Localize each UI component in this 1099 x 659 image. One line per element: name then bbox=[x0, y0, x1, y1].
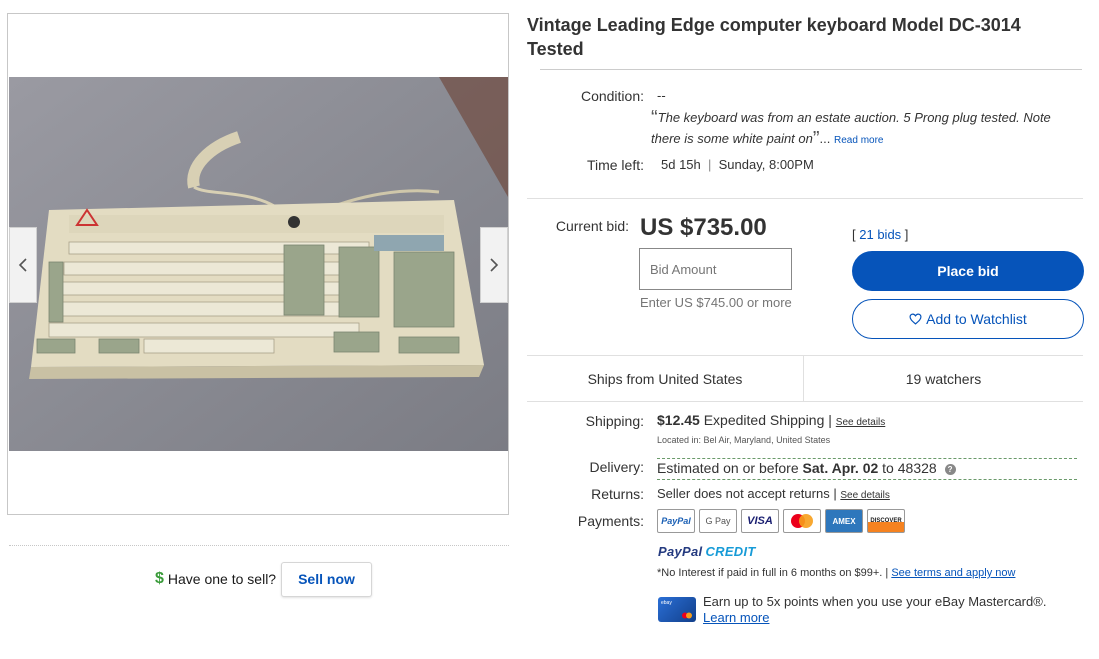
mastercard-mini-logo bbox=[682, 612, 692, 619]
item-description: “The keyboard was from an estate auction… bbox=[651, 107, 1071, 151]
paypal-credit-word: PayPal bbox=[658, 544, 703, 559]
time-left-value: 5d 15h | Sunday, 8:00PM bbox=[661, 157, 814, 172]
paypal-icon: PayPal bbox=[657, 509, 695, 533]
delivery-date: Sat. Apr. 02 bbox=[802, 460, 879, 476]
mastercard-logo bbox=[791, 514, 813, 528]
divider bbox=[527, 198, 1083, 199]
next-image-button[interactable] bbox=[480, 227, 508, 303]
mastercard-icon bbox=[783, 509, 821, 533]
listing-title: Vintage Leading Edge computer keyboard M… bbox=[527, 15, 1021, 59]
shipping-info: $12.45 Expedited Shipping | See details bbox=[657, 412, 885, 428]
separator: | bbox=[833, 486, 837, 501]
bid-hint: Enter US $745.00 or more bbox=[640, 295, 792, 310]
shipping-label: Shipping: bbox=[585, 413, 644, 429]
amex-icon: AMEX bbox=[825, 509, 863, 533]
close-quote-icon: ” bbox=[812, 128, 820, 150]
bids-link[interactable]: 21 bids bbox=[859, 227, 901, 242]
returns-value: Seller does not accept returns bbox=[657, 486, 830, 501]
visa-icon: VISA bbox=[741, 509, 779, 533]
returns-details-link[interactable]: See details bbox=[840, 490, 889, 501]
previous-image-button[interactable] bbox=[9, 227, 37, 303]
delivery-prefix: Estimated on or before bbox=[657, 460, 799, 476]
mastercard-promo: Earn up to 5x points when you use your e… bbox=[703, 594, 1046, 626]
chevron-left-icon bbox=[18, 258, 27, 272]
paypal-terms: *No Interest if paid in full in 6 months… bbox=[657, 567, 1015, 579]
separator: | bbox=[708, 157, 712, 172]
ebay-mastercard-icon: ebay bbox=[658, 597, 696, 622]
bracket: [ bbox=[852, 227, 856, 242]
bids-count: [ 21 bids ] bbox=[852, 227, 908, 242]
shipping-summary: Ships from United States 19 watchers bbox=[527, 355, 1083, 402]
image-gallery bbox=[7, 13, 509, 515]
listing-photo[interactable] bbox=[9, 77, 508, 451]
current-bid-label: Current bid: bbox=[555, 218, 629, 234]
returns-label: Returns: bbox=[591, 486, 644, 502]
payment-methods: PayPal G Pay VISA AMEX DISCOVER bbox=[657, 509, 905, 533]
time-left-label: Time left: bbox=[586, 157, 644, 173]
delivery-zip[interactable]: 48328 bbox=[898, 460, 937, 476]
place-bid-button[interactable]: Place bid bbox=[852, 251, 1084, 291]
add-to-watchlist-button[interactable]: Add to Watchlist bbox=[852, 299, 1084, 339]
read-more-link[interactable]: Read more bbox=[834, 135, 883, 146]
chevron-right-icon bbox=[490, 258, 499, 272]
separator: | bbox=[885, 567, 889, 579]
separator: | bbox=[828, 412, 832, 428]
item-location: Located in: Bel Air, Maryland, United St… bbox=[657, 435, 831, 445]
delivery-label: Delivery: bbox=[589, 459, 644, 475]
bracket: ] bbox=[904, 227, 909, 242]
paypal-credit-logo: PayPal CREDIT bbox=[658, 544, 756, 559]
dollar-icon: $ bbox=[155, 570, 164, 587]
delivery-estimate: Estimated on or before Sat. Apr. 02 to 4… bbox=[657, 458, 1077, 480]
shipping-price: $12.45 bbox=[657, 412, 700, 428]
divider bbox=[9, 545, 509, 546]
condition-value: -- bbox=[657, 88, 666, 103]
auction-end-time: Sunday, 8:00PM bbox=[718, 157, 814, 172]
keyboard-image bbox=[9, 77, 508, 451]
sell-now-button[interactable]: Sell now bbox=[281, 561, 372, 597]
current-bid-price: US $735.00 bbox=[640, 214, 767, 241]
payments-label: Payments: bbox=[577, 513, 644, 529]
heart-icon bbox=[909, 313, 922, 325]
terms-text: *No Interest if paid in full in 6 months… bbox=[657, 567, 883, 579]
open-quote-icon: “ bbox=[651, 107, 658, 129]
discover-icon: DISCOVER bbox=[867, 509, 905, 533]
delivery-to: to bbox=[882, 460, 894, 476]
returns-info: Seller does not accept returns | See det… bbox=[657, 486, 890, 501]
watchlist-label: Add to Watchlist bbox=[926, 311, 1027, 327]
google-pay-icon: G Pay bbox=[699, 509, 737, 533]
ships-from: Ships from United States bbox=[527, 356, 804, 401]
watchers-count: 19 watchers bbox=[905, 370, 982, 387]
help-icon[interactable]: ? bbox=[944, 464, 956, 475]
bid-amount-input[interactable] bbox=[639, 248, 792, 290]
divider bbox=[540, 69, 1082, 70]
shipping-details-link[interactable]: See details bbox=[836, 417, 885, 428]
credit-word: CREDIT bbox=[705, 544, 756, 559]
terms-link[interactable]: See terms and apply now bbox=[891, 567, 1015, 579]
learn-more-link[interactable]: Learn more bbox=[703, 610, 769, 625]
condition-label: Condition: bbox=[580, 88, 644, 104]
shipping-method: Expedited Shipping bbox=[703, 412, 825, 428]
time-remaining: 5d 15h bbox=[661, 157, 701, 172]
card-logo: ebay bbox=[661, 600, 672, 606]
sell-text: Have one to sell? bbox=[167, 571, 277, 587]
description-ellipsis: ... bbox=[819, 131, 831, 146]
sell-prompt: $ Have one to sell? Sell now bbox=[155, 561, 372, 597]
promo-text: Earn up to 5x points when you use your e… bbox=[703, 594, 1047, 609]
